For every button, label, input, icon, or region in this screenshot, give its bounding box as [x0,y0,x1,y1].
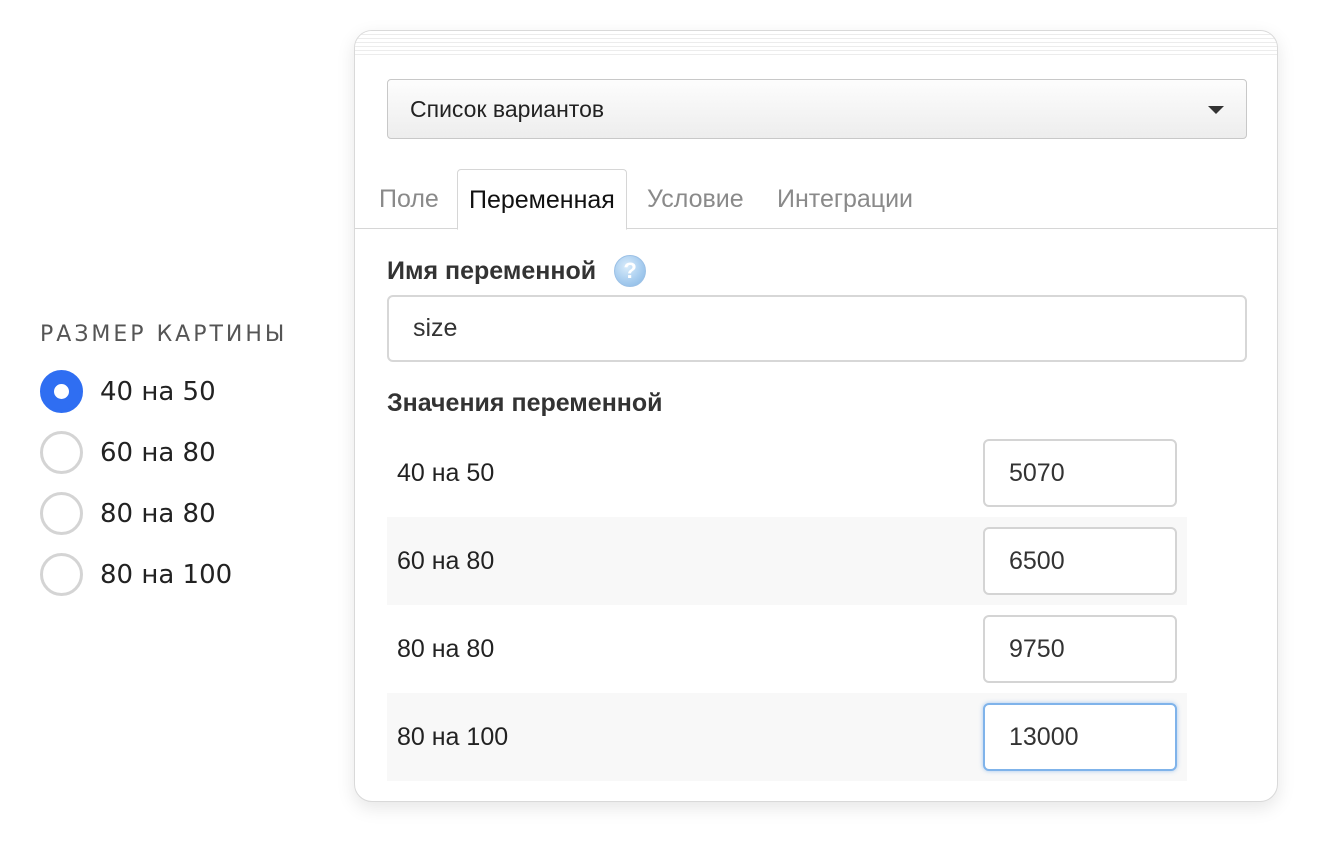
radio-option-label: 60 на 80 [100,437,216,468]
table-row: 80 на 80 [387,605,1187,693]
radio-group-title: РАЗМЕР КАРТИНЫ [40,322,288,347]
table-row: 80 на 100 [387,693,1187,781]
field-settings-panel: Список вариантов Поле Переменная Условие… [354,30,1278,802]
radio-unchecked-icon[interactable] [40,431,83,474]
help-icon[interactable]: ? [614,255,647,287]
value-input[interactable] [983,615,1177,683]
tab-field[interactable]: Поле [379,169,439,229]
table-row: 60 на 80 [387,517,1187,605]
table-row: 40 на 50 [387,429,1187,517]
caret-down-icon [1208,106,1224,114]
panel-drag-handle[interactable] [355,31,1277,57]
tab-variable[interactable]: Переменная [457,169,627,230]
variable-values-label: Значения переменной [387,389,663,417]
value-row-label: 80 на 80 [397,634,495,663]
value-row-label: 80 на 100 [397,722,509,751]
variable-name-label-row: Имя переменной ? [387,255,647,287]
value-row-label: 60 на 80 [397,546,495,575]
value-row-label: 40 на 50 [397,458,495,487]
tab-condition[interactable]: Условие [647,169,744,229]
value-input[interactable] [983,527,1177,595]
radio-option-60x80[interactable]: 60 на 80 [40,422,340,483]
radio-option-label: 40 на 50 [100,376,216,407]
field-type-value: Список вариантов [410,95,605,122]
tab-integrations[interactable]: Интеграции [777,169,913,229]
value-input-focused[interactable] [983,703,1177,771]
value-input[interactable] [983,439,1177,507]
variable-name-label: Имя переменной [387,256,597,285]
radio-unchecked-icon[interactable] [40,553,83,596]
settings-tabs: Поле Переменная Условие Интеграции [355,169,1277,230]
radio-option-80x100[interactable]: 80 на 100 [40,544,340,605]
variable-name-input[interactable] [387,295,1247,362]
radio-checked-icon[interactable] [40,370,83,413]
radio-group-preview: РАЗМЕР КАРТИНЫ 40 на 50 60 на 80 80 на 8… [40,322,340,605]
radio-option-80x80[interactable]: 80 на 80 [40,483,340,544]
variable-values-table: 40 на 50 60 на 80 80 на 80 80 на 100 [387,429,1187,781]
radio-option-label: 80 на 100 [100,559,233,590]
field-type-select[interactable]: Список вариантов [387,79,1247,139]
radio-option-40x50[interactable]: 40 на 50 [40,361,340,422]
radio-unchecked-icon[interactable] [40,492,83,535]
radio-option-label: 80 на 80 [100,498,216,529]
